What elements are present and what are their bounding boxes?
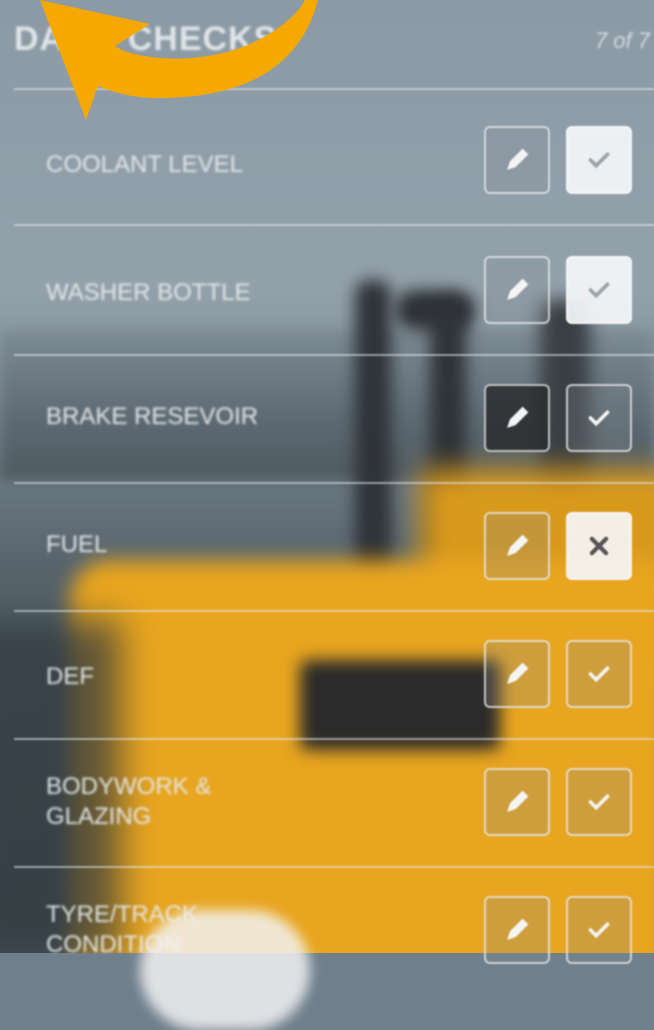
check-icon [588,410,610,427]
pencil-icon [507,662,529,684]
edit-button[interactable] [484,126,550,194]
checklist-row: BRAKE RESEVOIR [0,354,654,484]
check-item-label: BRAKE RESEVOIR [46,403,259,430]
pencil-icon [507,918,529,940]
home-button[interactable] [140,910,310,1030]
pass-toggle-button[interactable] [566,896,632,964]
pass-toggle-button[interactable] [566,640,632,708]
edit-button[interactable] [484,768,550,836]
checklist-row: WASHER BOTTLE [0,226,654,356]
checklist-row: FUEL [0,482,654,612]
pass-toggle-button[interactable] [566,768,632,836]
check-icon [588,794,610,811]
edit-button[interactable] [484,384,550,452]
pencil-icon [507,148,529,170]
progress-counter: 7 of 7 [594,28,650,53]
pass-toggle-button[interactable] [566,126,632,194]
edit-button[interactable] [484,256,550,324]
check-item-label: FUEL [46,531,108,558]
fail-toggle-button[interactable] [566,512,632,580]
checklist-row: DEF [0,610,654,740]
tutorial-arrow-icon [40,0,318,120]
edit-button[interactable] [484,640,550,708]
check-icon [588,922,610,939]
pencil-icon [507,534,529,556]
pencil-icon [507,790,529,812]
edit-button[interactable] [484,512,550,580]
cross-icon [589,536,609,556]
pass-toggle-button[interactable] [566,256,632,324]
check-item-label: WASHER BOTTLE [46,279,251,306]
pass-toggle-button[interactable] [566,384,632,452]
check-icon [588,152,610,169]
checklist-row: BODYWORK & GLAZING [0,738,654,868]
check-item-label: BODYWORK & GLAZING [46,773,212,830]
check-item-label: DEF [46,663,94,690]
check-icon [588,282,610,299]
checklist-row: TYRE/TRACK CONDITION [0,866,654,994]
check-icon [588,666,610,683]
edit-button[interactable] [484,896,550,964]
pencil-icon [507,278,529,300]
check-item-label: COOLANT LEVEL [46,151,243,178]
pencil-icon [507,406,529,428]
